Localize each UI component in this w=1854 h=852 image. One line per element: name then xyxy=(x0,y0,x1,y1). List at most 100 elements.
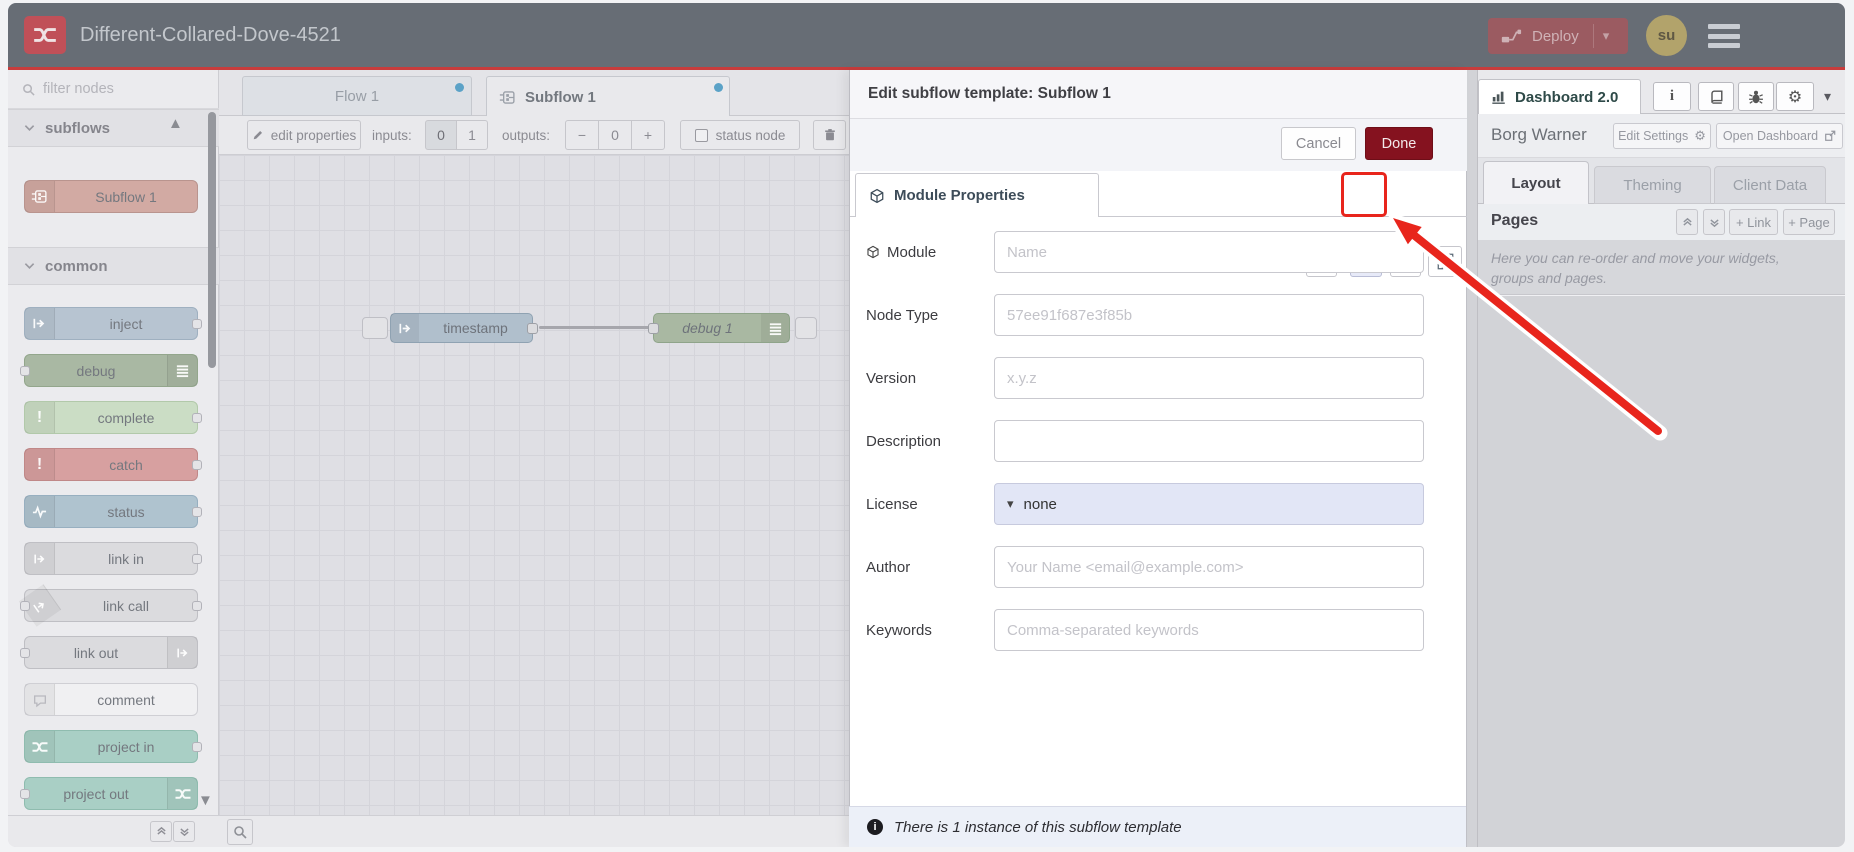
dialog-footer-text: There is 1 instance of this subflow temp… xyxy=(894,818,1182,836)
node-red-logo xyxy=(24,16,66,54)
palette-scroll-up-icon[interactable]: ▲ xyxy=(168,115,183,132)
done-button[interactable]: Done xyxy=(1365,127,1433,160)
move-down-button[interactable] xyxy=(1703,209,1725,235)
tab-dashboard-2[interactable]: Dashboard 2.0 xyxy=(1478,79,1641,114)
status-node-toggle[interactable]: status node xyxy=(680,120,800,150)
input-port[interactable] xyxy=(648,323,659,334)
search-icon xyxy=(22,83,35,96)
tab-label: Layout xyxy=(1511,174,1561,192)
module-input[interactable] xyxy=(994,231,1424,273)
outputs-value: 0 xyxy=(598,120,632,150)
edit-settings-button[interactable]: Edit Settings ⚙ xyxy=(1613,123,1711,149)
palette-scroll-down-icon[interactable]: ▼ xyxy=(198,792,213,809)
palette-category-subflows[interactable]: subflows xyxy=(8,109,219,147)
palette-node-comment[interactable]: comment xyxy=(24,683,198,716)
config-nodes-button[interactable]: ⚙ xyxy=(1776,82,1814,111)
node-timestamp[interactable]: timestamp xyxy=(390,313,538,343)
inputs-1-button[interactable]: 1 xyxy=(456,120,488,150)
palette-node-catch[interactable]: ! catch xyxy=(24,448,202,481)
author-label: Author xyxy=(866,558,911,576)
bug-icon xyxy=(1748,89,1764,105)
description-input[interactable] xyxy=(994,420,1424,462)
inject-icon xyxy=(25,308,55,339)
appearance-button[interactable] xyxy=(1428,246,1462,277)
tab-theming[interactable]: Theming xyxy=(1594,166,1711,204)
button-label: Open Dashboard xyxy=(1722,129,1819,143)
add-page-button[interactable]: + Page xyxy=(1783,209,1835,235)
chevron-down-icon xyxy=(24,262,35,270)
module-label: Module xyxy=(866,231,986,273)
palette-search-placeholder: filter nodes xyxy=(43,81,114,97)
menu-icon[interactable] xyxy=(1708,24,1740,48)
add-link-button[interactable]: + Link xyxy=(1729,209,1778,235)
outputs-plus-button[interactable]: + xyxy=(631,120,665,150)
palette-node-project-in[interactable]: project in xyxy=(24,730,202,763)
help-button[interactable] xyxy=(1698,82,1734,111)
status-node-checkbox[interactable] xyxy=(694,128,708,142)
node-type-input[interactable] xyxy=(994,294,1424,336)
palette-expand-all-button[interactable] xyxy=(173,821,195,842)
tab-client-data[interactable]: Client Data xyxy=(1714,166,1826,204)
tab-label: Subflow 1 xyxy=(525,88,596,106)
zoom-search-button[interactable] xyxy=(227,819,253,845)
dialog-footer: i There is 1 instance of this subflow te… xyxy=(849,806,1466,847)
inputs-0-button[interactable]: 0 xyxy=(425,120,457,150)
open-dashboard-button[interactable]: Open Dashboard xyxy=(1716,123,1843,149)
catch-icon: ! xyxy=(25,449,55,480)
edit-properties-button[interactable]: edit properties xyxy=(247,120,361,150)
pages-panel: Here you can re-order and move your widg… xyxy=(1478,240,1845,295)
deploy-caret-icon[interactable]: ▾ xyxy=(1603,28,1610,44)
outputs-minus-button[interactable]: − xyxy=(565,120,599,150)
tab-layout[interactable]: Layout xyxy=(1483,161,1589,204)
tab-module-properties[interactable]: Module Properties xyxy=(855,173,1099,217)
deploy-label: Deploy xyxy=(1532,27,1579,45)
cancel-button[interactable]: Cancel xyxy=(1281,127,1356,160)
palette-collapse-all-button[interactable] xyxy=(150,821,172,842)
output-port xyxy=(192,413,202,423)
info-button[interactable]: i xyxy=(1653,82,1691,111)
keywords-input[interactable] xyxy=(994,609,1424,651)
palette-node-inject[interactable]: inject xyxy=(24,307,202,340)
output-port xyxy=(192,601,202,611)
debug-button[interactable] xyxy=(1738,82,1774,111)
palette-node-link-out[interactable]: link out xyxy=(20,636,198,669)
palette-node-subflow-1[interactable]: Subflow 1 xyxy=(24,180,198,213)
chart-icon xyxy=(1491,89,1507,105)
debug-toggle-button[interactable] xyxy=(795,317,817,339)
flow-canvas[interactable]: timestamp debug 1 ◀ xyxy=(219,155,849,815)
palette-search[interactable]: filter nodes xyxy=(8,70,219,109)
inject-trigger-button[interactable] xyxy=(362,317,388,339)
info-circle-icon: i xyxy=(867,819,883,835)
palette-node-link-call[interactable]: link call xyxy=(18,584,202,627)
palette-node-status[interactable]: status xyxy=(24,495,202,528)
output-port[interactable] xyxy=(527,323,538,334)
tab-label: Dashboard 2.0 xyxy=(1515,88,1619,106)
book-icon xyxy=(1708,89,1724,105)
author-input[interactable] xyxy=(994,546,1424,588)
pages-help-text: Here you can re-order and move your widg… xyxy=(1491,250,1780,287)
node-label: debug 1 xyxy=(682,320,733,336)
node-debug-1[interactable]: debug 1 xyxy=(648,313,790,343)
license-select[interactable]: ▾ none xyxy=(994,483,1424,525)
dashboard-section: Borg Warner Edit Settings ⚙ Open Dashboa… xyxy=(1478,114,1845,158)
palette-category-common[interactable]: common xyxy=(8,247,219,285)
palette-scrollbar[interactable] xyxy=(208,112,216,368)
comment-icon xyxy=(25,684,55,715)
palette-node-complete[interactable]: ! complete xyxy=(24,401,202,434)
palette-node-link-in[interactable]: link in xyxy=(24,542,202,575)
input-port xyxy=(20,601,30,611)
sidebar-separator[interactable] xyxy=(1466,70,1477,847)
license-label: License xyxy=(866,495,918,513)
palette-node-debug[interactable]: debug xyxy=(20,354,198,387)
sidebar-menu-caret-icon[interactable]: ▾ xyxy=(1824,88,1831,105)
external-link-icon xyxy=(1824,130,1836,142)
version-input[interactable] xyxy=(994,357,1424,399)
avatar[interactable]: su xyxy=(1646,15,1687,56)
tab-flow-1[interactable]: Flow 1 xyxy=(242,76,472,116)
palette-node-project-out[interactable]: project out xyxy=(20,777,198,810)
move-up-button[interactable] xyxy=(1676,209,1698,235)
tab-subflow-1[interactable]: Subflow 1 xyxy=(486,76,730,117)
project-in-icon xyxy=(25,731,55,762)
deploy-button[interactable]: Deploy ▾ xyxy=(1488,18,1628,54)
delete-subflow-button[interactable] xyxy=(813,120,846,150)
